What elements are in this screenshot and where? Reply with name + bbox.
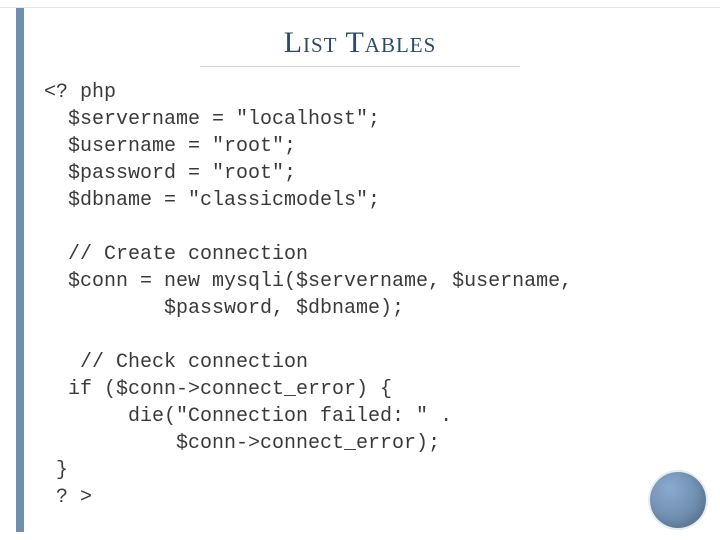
title-underline <box>200 66 520 67</box>
left-accent-bar <box>16 8 24 532</box>
slide-title: List Tables <box>0 26 720 60</box>
slide: List Tables <? php $servername = "localh… <box>0 0 720 540</box>
code-block: <? php $servername = "localhost"; $usern… <box>44 79 720 511</box>
top-border <box>0 0 720 8</box>
decorative-circle-icon <box>650 472 706 528</box>
